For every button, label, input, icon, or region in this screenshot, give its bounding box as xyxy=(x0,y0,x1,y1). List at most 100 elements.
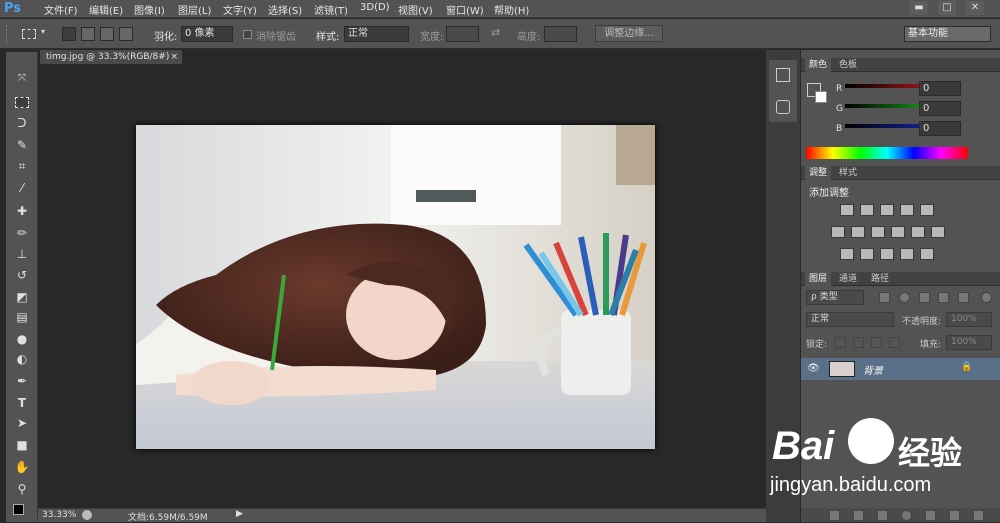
workspace-select[interactable]: 基本功能 xyxy=(904,26,991,42)
menu-select[interactable]: 选择(S) xyxy=(268,2,302,17)
delete-layer-icon[interactable] xyxy=(973,510,984,521)
layer-row-background[interactable]: 👁 背景 🔒 xyxy=(801,358,1000,380)
swap-icon[interactable]: ⇄ xyxy=(491,26,500,39)
fx-icon[interactable] xyxy=(853,510,864,521)
crop-tool-icon[interactable]: ⌗ xyxy=(12,157,32,176)
status-menu-arrow-icon[interactable]: ▶ xyxy=(236,509,243,519)
eraser-tool-icon[interactable]: ◩ xyxy=(12,288,32,307)
filter-pixel-icon[interactable] xyxy=(879,292,890,303)
width-input[interactable] xyxy=(446,26,479,42)
selective-color-icon[interactable] xyxy=(900,248,914,260)
threshold-icon[interactable] xyxy=(880,248,894,260)
minimize-button[interactable]: ▬ xyxy=(910,1,928,15)
filter-shape-icon[interactable] xyxy=(938,292,949,303)
layer-name[interactable]: 背景 xyxy=(863,362,883,377)
background-color-swatch[interactable] xyxy=(815,91,827,103)
lock-pixels-icon[interactable] xyxy=(853,337,864,348)
black-white-icon[interactable] xyxy=(871,226,885,238)
quick-select-tool-icon[interactable]: ✎ xyxy=(12,136,32,155)
tab-paths[interactable]: 路径 xyxy=(867,272,893,286)
red-value[interactable]: 0 xyxy=(919,81,961,96)
menu-window[interactable]: 窗口(W) xyxy=(446,2,484,17)
menu-3d[interactable]: 3D(D) xyxy=(360,2,390,13)
lock-all-icon[interactable] xyxy=(889,337,900,348)
filter-adjustment-icon[interactable] xyxy=(899,292,910,303)
healing-brush-tool-icon[interactable]: ✚ xyxy=(12,202,32,221)
brightness-icon[interactable] xyxy=(840,204,854,216)
blend-mode-select[interactable]: 正常 xyxy=(806,312,894,327)
chevron-down-icon[interactable]: ▾ xyxy=(41,27,45,36)
brush-tool-icon[interactable]: ✏ xyxy=(12,224,32,243)
close-window-button[interactable]: ✕ xyxy=(966,1,984,15)
green-value[interactable]: 0 xyxy=(919,101,961,116)
move-tool-icon[interactable]: ⤧ xyxy=(12,69,32,88)
menu-filter[interactable]: 滤镜(T) xyxy=(314,2,348,17)
eyedropper-tool-icon[interactable]: ⁄ xyxy=(12,179,32,198)
foreground-color-swatch[interactable] xyxy=(13,504,24,515)
intersect-selection-icon[interactable] xyxy=(119,27,133,41)
status-info-icon[interactable] xyxy=(82,510,92,520)
properties-panel-icon[interactable] xyxy=(776,100,790,114)
menu-type[interactable]: 文字(Y) xyxy=(223,2,257,17)
blur-tool-icon[interactable]: ● xyxy=(12,330,32,349)
tab-channels[interactable]: 通道 xyxy=(835,272,861,286)
history-panel-icon[interactable] xyxy=(776,68,790,82)
vibrance-icon[interactable] xyxy=(920,204,934,216)
add-mask-icon[interactable] xyxy=(877,510,888,521)
color-spectrum-ramp[interactable] xyxy=(806,147,968,159)
zoom-level[interactable]: 33.33% xyxy=(42,510,76,520)
menu-layer[interactable]: 图层(L) xyxy=(178,2,211,17)
fill-input[interactable]: 100% xyxy=(946,335,992,350)
history-brush-tool-icon[interactable]: ↺ xyxy=(12,266,32,285)
filter-smart-object-icon[interactable] xyxy=(958,292,969,303)
tab-layers[interactable]: 图层 xyxy=(805,272,832,286)
hue-saturation-icon[interactable] xyxy=(831,226,845,238)
tab-adjustments[interactable]: 调整 xyxy=(805,166,832,180)
feather-input[interactable]: 0 像素 xyxy=(181,26,233,42)
link-layers-icon[interactable] xyxy=(829,510,840,521)
filter-toggle-icon[interactable] xyxy=(981,292,992,303)
new-group-icon[interactable] xyxy=(925,510,936,521)
channel-mixer-icon[interactable] xyxy=(911,226,925,238)
curves-icon[interactable] xyxy=(880,204,894,216)
style-select[interactable]: 正常 xyxy=(344,26,409,42)
new-layer-icon[interactable] xyxy=(949,510,960,521)
tab-color[interactable]: 颜色 xyxy=(805,58,832,72)
tab-styles[interactable]: 样式 xyxy=(835,166,861,180)
menu-view[interactable]: 视图(V) xyxy=(398,2,433,17)
menu-file[interactable]: 文件(F) xyxy=(44,2,78,17)
menu-image[interactable]: 图像(I) xyxy=(134,2,165,17)
dodge-tool-icon[interactable]: ◐ xyxy=(12,350,32,369)
rectangle-tool-icon[interactable]: ■ xyxy=(12,436,32,455)
type-tool-icon[interactable]: T xyxy=(12,394,32,413)
color-balance-icon[interactable] xyxy=(851,226,865,238)
document-tab[interactable]: timg.jpg @ 33.3%(RGB/8#) × xyxy=(40,50,182,64)
path-select-tool-icon[interactable]: ➤ xyxy=(12,414,32,433)
close-document-icon[interactable]: × xyxy=(170,50,178,64)
antialias-checkbox[interactable] xyxy=(243,30,252,39)
maximize-button[interactable]: □ xyxy=(938,1,956,15)
menu-edit[interactable]: 编辑(E) xyxy=(89,2,123,17)
menu-help[interactable]: 帮助(H) xyxy=(494,2,529,17)
visibility-eye-icon[interactable]: 👁 xyxy=(807,363,820,374)
clone-stamp-tool-icon[interactable]: ⊥ xyxy=(12,245,32,264)
gradient-map-icon[interactable] xyxy=(920,248,934,260)
gradient-tool-icon[interactable]: ▤ xyxy=(12,308,32,327)
marquee-tool-icon[interactable] xyxy=(15,97,29,108)
lock-position-icon[interactable] xyxy=(871,337,882,348)
lasso-tool-icon[interactable]: ᑐ xyxy=(12,114,32,133)
height-input[interactable] xyxy=(544,26,577,42)
refine-edge-button[interactable]: 调整边缘... xyxy=(595,25,663,42)
photo-filter-icon[interactable] xyxy=(891,226,905,238)
color-lookup-icon[interactable] xyxy=(931,226,945,238)
levels-icon[interactable] xyxy=(860,204,874,216)
new-selection-icon[interactable] xyxy=(62,27,76,41)
exposure-icon[interactable] xyxy=(900,204,914,216)
blue-value[interactable]: 0 xyxy=(919,121,961,136)
tab-swatches[interactable]: 色板 xyxy=(835,58,861,72)
invert-icon[interactable] xyxy=(840,248,854,260)
subtract-selection-icon[interactable] xyxy=(100,27,114,41)
hand-tool-icon[interactable]: ✋ xyxy=(12,458,32,477)
opacity-input[interactable]: 100% xyxy=(946,312,992,327)
new-adjustment-layer-icon[interactable] xyxy=(901,510,912,521)
